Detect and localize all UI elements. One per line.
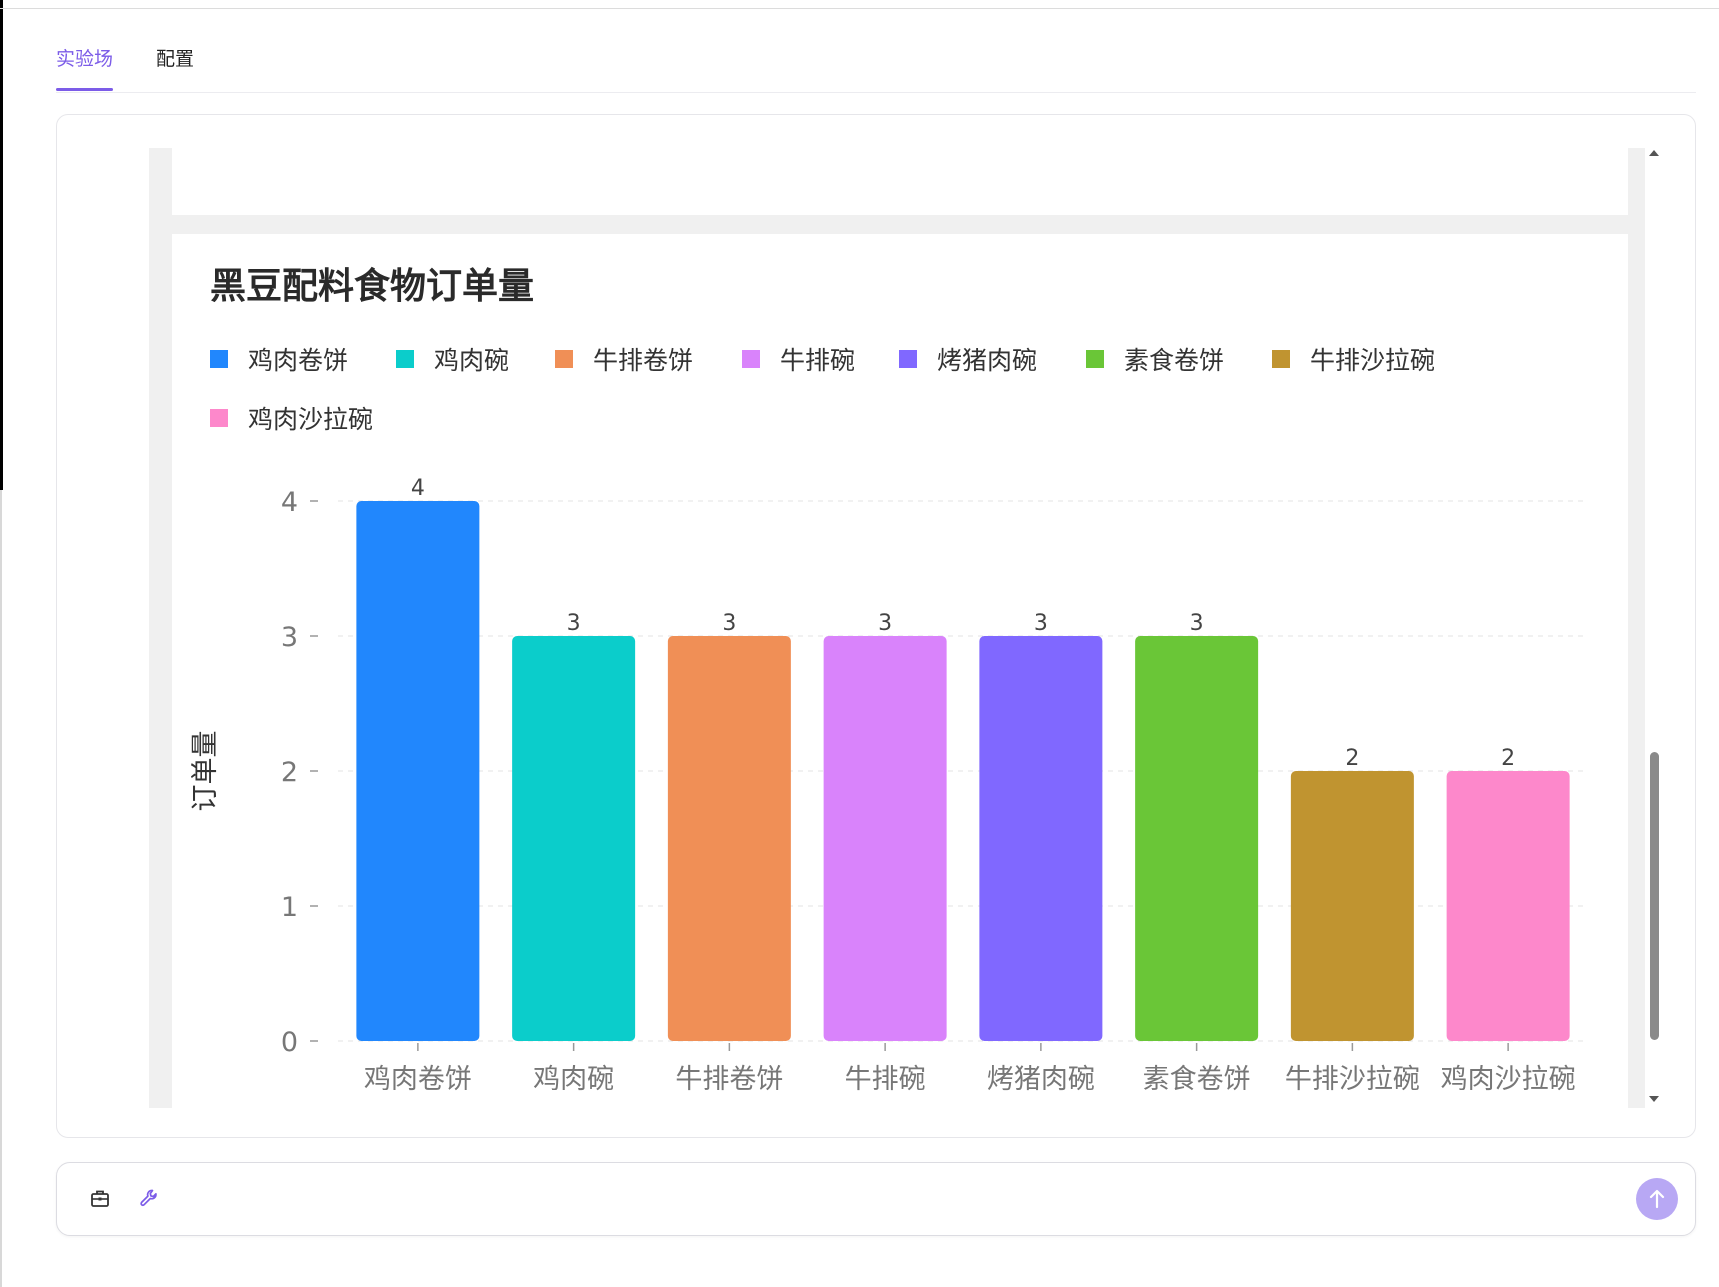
legend-label: 素食卷饼	[1124, 346, 1224, 375]
y-tick-label: 1	[281, 892, 298, 923]
bar	[1135, 636, 1259, 1041]
x-tick-label: 鸡肉碗	[533, 1064, 614, 1095]
y-tick-label: 4	[281, 487, 298, 518]
bar	[512, 636, 636, 1041]
chart-title: 黑豆配料食物订单量	[210, 266, 534, 307]
scroll-down-arrow[interactable]	[1649, 1096, 1659, 1102]
data-label: 2	[1345, 746, 1359, 771]
legend-label: 烤猪肉碗	[937, 346, 1037, 375]
y-tick-label: 0	[281, 1027, 298, 1058]
bar	[667, 636, 791, 1041]
tab-playground[interactable]: 实验场	[56, 44, 114, 91]
top-divider	[0, 8, 1719, 9]
legend-swatch	[1272, 350, 1290, 368]
data-label: 3	[567, 611, 581, 636]
legend-swatch	[899, 350, 917, 368]
wrench-icon[interactable]	[137, 1186, 161, 1210]
bar	[979, 636, 1103, 1041]
bar-chart: 黑豆配料食物订单量鸡肉卷饼 鸡肉碗 牛排卷饼 牛排碗 烤猪肉碗 素食卷饼 牛排沙拉碗鸡肉沙拉…	[190, 266, 1584, 1095]
scrollbar-thumb[interactable]	[1650, 752, 1659, 1040]
bar	[356, 501, 480, 1041]
bar	[1290, 771, 1414, 1041]
bar	[1446, 771, 1570, 1041]
window-edge-lower	[0, 490, 2, 1287]
data-label: 2	[1501, 746, 1515, 771]
previous-result-panel	[172, 148, 1628, 215]
x-tick-label: 牛排卷饼	[675, 1064, 783, 1095]
y-tick-label: 3	[281, 622, 298, 653]
y-tick-label: 2	[281, 757, 298, 788]
legend-swatch	[210, 350, 228, 368]
data-label: 3	[878, 611, 892, 636]
data-label: 4	[411, 476, 425, 501]
legend-label: 牛排碗	[780, 346, 855, 375]
legend-swatch	[396, 350, 414, 368]
legend-label: 鸡肉碗	[434, 346, 509, 375]
scroll-up-arrow[interactable]	[1649, 150, 1659, 156]
legend-label: 鸡肉卷饼	[248, 346, 348, 375]
arrow-up-icon	[1649, 1189, 1665, 1209]
send-button[interactable]	[1636, 1178, 1678, 1220]
legend-label: 牛排卷饼	[593, 346, 693, 375]
legend-label: 牛排沙拉碗	[1310, 346, 1435, 375]
x-tick-label: 鸡肉沙拉碗	[1441, 1064, 1576, 1095]
toolbox-icon[interactable]	[88, 1186, 112, 1210]
legend-swatch	[1086, 350, 1104, 368]
window-edge	[0, 0, 3, 490]
y-axis-label: 订单量	[190, 731, 221, 812]
legend-label: 鸡肉沙拉碗	[248, 405, 373, 434]
tab-bar: 实验场 配置	[56, 44, 1696, 93]
x-tick-label: 烤猪肉碗	[987, 1064, 1095, 1095]
chat-input-bar[interactable]	[56, 1162, 1696, 1236]
x-tick-label: 牛排碗	[845, 1064, 926, 1095]
bar	[823, 636, 947, 1041]
data-label: 3	[1190, 611, 1204, 636]
x-tick-label: 鸡肉卷饼	[364, 1064, 472, 1095]
data-label: 3	[722, 611, 736, 636]
tab-config[interactable]: 配置	[156, 44, 194, 71]
legend-swatch	[555, 350, 573, 368]
x-tick-label: 牛排沙拉碗	[1285, 1064, 1420, 1095]
legend-swatch	[742, 350, 760, 368]
legend-swatch	[210, 409, 228, 427]
x-tick-label: 素食卷饼	[1143, 1064, 1251, 1095]
data-label: 3	[1034, 611, 1048, 636]
